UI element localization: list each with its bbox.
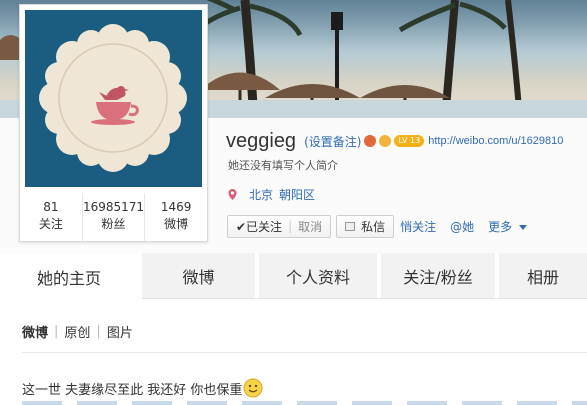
bird-teacup-logo-icon xyxy=(39,24,187,172)
more-label: 更多 xyxy=(488,219,513,234)
location-city[interactable]: 北京 xyxy=(249,186,273,203)
avatar[interactable] xyxy=(25,10,202,187)
profile-actions: ✔已关注 | 取消 私信 悄关注 @她 更多 xyxy=(227,214,528,238)
level-badge[interactable]: LV 13 xyxy=(394,135,425,147)
member-badge-icon[interactable] xyxy=(364,135,377,147)
set-remark-link[interactable]: (设置备注) xyxy=(304,133,361,150)
post-text-row: 这一世 夫妻缘尽至此 我还好 你也保重 xyxy=(22,378,263,398)
follow-status-button: ✔已关注 | 取消 xyxy=(227,214,332,238)
tab-label: 关注/粉丝 xyxy=(403,267,473,287)
tab-profile-info[interactable]: 个人资料 xyxy=(259,253,381,298)
message-label: 私信 xyxy=(361,219,386,234)
profile-tabs: 她的主页 微博 个人资料 关注/粉丝 相册 xyxy=(0,253,587,300)
tab-label: 相册 xyxy=(526,267,559,287)
tab-weibo[interactable]: 微博 xyxy=(142,253,259,298)
tab-album[interactable]: 相册 xyxy=(499,253,587,298)
stat-value: 16985171 xyxy=(82,200,145,214)
stat-label: 微博 xyxy=(164,217,189,231)
followed-label: ✔已关注 xyxy=(236,219,283,234)
username: veggieg xyxy=(226,129,297,152)
profile-stats: 81 关注 16985171 粉丝 1469 微博 xyxy=(20,193,207,241)
post-meta-strip xyxy=(22,401,587,405)
chevron-down-icon xyxy=(519,224,528,230)
more-menu[interactable]: 更多 xyxy=(488,218,528,235)
profile-intro: 她还没有填写个人简介 xyxy=(228,159,338,172)
profile-location: 北京 朝阳区 xyxy=(228,186,321,203)
stat-value: 81 xyxy=(43,200,59,214)
medal-badge-icon[interactable] xyxy=(379,135,392,147)
envelope-icon xyxy=(345,221,356,231)
smiley-icon xyxy=(243,378,263,398)
filter-divider: | xyxy=(54,324,59,339)
secret-follow-link[interactable]: 悄关注 xyxy=(400,218,436,235)
tab-label: 个人资料 xyxy=(285,267,350,287)
stat-value: 1469 xyxy=(160,200,192,214)
pin-icon xyxy=(228,189,237,200)
profile-url-link[interactable]: http://weibo.com/u/1629810 xyxy=(428,135,563,147)
tab-follows-fans[interactable]: 关注/粉丝 xyxy=(381,253,499,298)
filter-original[interactable]: 原创 xyxy=(64,322,90,341)
stat-posts[interactable]: 1469 微博 xyxy=(145,193,207,241)
filter-divider: | xyxy=(96,324,101,339)
tab-label: 微博 xyxy=(182,267,215,287)
profile-name-row: veggieg (设置备注) LV 13 http://weibo.com/u/… xyxy=(226,128,563,154)
stat-label: 关注 xyxy=(38,217,63,231)
button-divider: | xyxy=(288,219,293,233)
mention-link[interactable]: @她 xyxy=(450,218,474,235)
stat-following[interactable]: 81 关注 xyxy=(20,193,83,241)
location-district[interactable]: 朝阳区 xyxy=(279,186,315,203)
feed-divider xyxy=(22,352,587,353)
post-text: 这一世 夫妻缘尽至此 我还好 你也保重 xyxy=(22,382,243,398)
tab-label: 她的主页 xyxy=(36,268,101,288)
feed-filter-bar: 微博 | 原创 | 图片 xyxy=(22,322,133,341)
feed-area: 微博 | 原创 | 图片 这一世 夫妻缘尽至此 我还好 你也保重 xyxy=(0,300,587,405)
avatar-card: 81 关注 16985171 粉丝 1469 微博 xyxy=(19,4,208,242)
tab-home[interactable]: 她的主页 xyxy=(0,253,142,300)
private-message-button[interactable]: 私信 xyxy=(336,214,395,238)
stat-label: 粉丝 xyxy=(101,217,126,231)
filter-weibo[interactable]: 微博 xyxy=(22,322,48,341)
stat-followers[interactable]: 16985171 粉丝 xyxy=(83,193,146,241)
unfollow-button[interactable]: 取消 xyxy=(298,218,322,235)
filter-pictures[interactable]: 图片 xyxy=(107,322,133,341)
